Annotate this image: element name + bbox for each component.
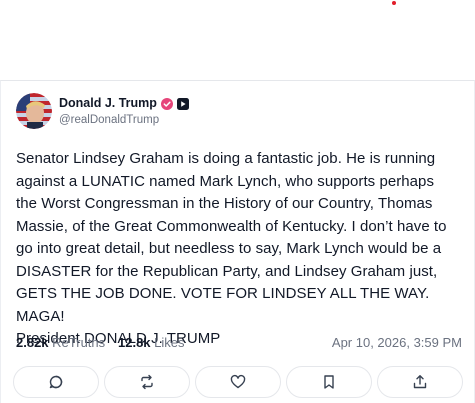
post-timestamp[interactable]: Apr 10, 2026, 3:59 PM — [332, 335, 462, 350]
retruths-label: ReTruths — [52, 335, 106, 350]
post-actions — [13, 366, 465, 398]
reply-icon — [49, 375, 63, 389]
truth-badge-icon — [176, 97, 189, 110]
author-handle[interactable]: @realDonaldTrump — [59, 114, 159, 126]
notification-dot — [392, 1, 396, 5]
like-button[interactable] — [195, 366, 281, 398]
likes-stat[interactable]: 12.8k Likes — [118, 335, 185, 350]
likes-label: Likes — [154, 335, 185, 350]
post-header: Donald J. Trump @realDonaldTrump — [16, 93, 456, 129]
author-avatar[interactable] — [16, 93, 52, 129]
author-display-name[interactable]: Donald J. Trump — [59, 96, 157, 110]
share-button[interactable] — [377, 366, 463, 398]
retruths-count: 2.82k — [16, 335, 49, 350]
reply-button[interactable] — [13, 366, 99, 398]
retruth-icon — [141, 374, 153, 390]
post-body-text: Senator Lindsey Graham is doing a fantas… — [16, 150, 447, 347]
avatar-image — [16, 93, 52, 129]
bookmark-icon — [324, 375, 334, 389]
verified-badge-icon — [160, 97, 173, 110]
likes-count: 12.8k — [118, 335, 151, 350]
post-card: Donald J. Trump @realDonaldTrump Senator… — [0, 80, 475, 403]
retruths-stat[interactable]: 2.82k ReTruths — [16, 335, 105, 350]
like-icon — [230, 374, 246, 389]
bookmark-button[interactable] — [286, 366, 372, 398]
retruth-button[interactable] — [104, 366, 190, 398]
post-stats: 2.82k ReTruths 12.8k Likes Apr 10, 2026,… — [16, 335, 462, 353]
author-name-line: Donald J. Trump — [59, 96, 189, 110]
share-icon — [413, 375, 427, 389]
